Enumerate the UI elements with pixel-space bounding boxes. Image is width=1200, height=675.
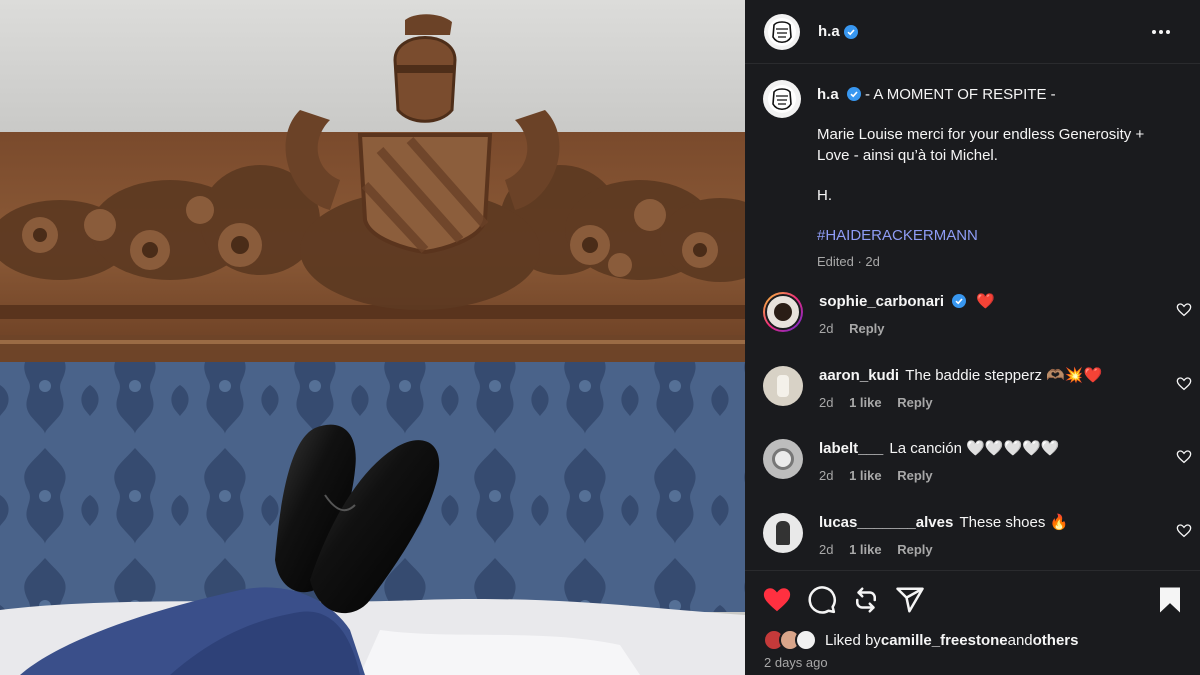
- comment-item: labelt___ La canción 🤍🤍🤍🤍🤍 2d 1 like Rep…: [763, 439, 1192, 486]
- reply-button[interactable]: Reply: [897, 468, 932, 483]
- caption-author-username[interactable]: h.a: [817, 86, 839, 103]
- comment-item: lucas_______alves These shoes 🔥 2d 1 lik…: [763, 513, 1192, 560]
- repost-icon[interactable]: [851, 585, 881, 615]
- caption-avatar-image: [768, 85, 796, 113]
- author-avatar[interactable]: [764, 13, 800, 50]
- comment-username[interactable]: lucas_______alves: [819, 514, 953, 531]
- comment-username[interactable]: sophie_carbonari: [819, 293, 944, 310]
- comment-avatar[interactable]: [763, 513, 803, 553]
- post-header: h.a: [745, 0, 1200, 64]
- bookmark-filled-icon[interactable]: [1155, 585, 1185, 615]
- author-username[interactable]: h.a: [818, 23, 840, 40]
- author-avatar-image: [768, 17, 796, 46]
- liked-by: Liked by camille_freestone and others: [763, 629, 1078, 651]
- caption-title: - A MOMENT OF RESPITE -: [865, 86, 1056, 103]
- comment-time: 2d: [819, 542, 834, 557]
- comment-like-icon[interactable]: [1176, 449, 1192, 465]
- post-actions: Liked by camille_freestone and others 2 …: [745, 570, 1200, 675]
- verified-badge-icon: [846, 87, 861, 101]
- comment-username[interactable]: labelt___: [819, 440, 883, 457]
- comment-avatar[interactable]: [763, 366, 803, 406]
- reply-button[interactable]: Reply: [849, 321, 884, 336]
- post-caption: h.a - A MOMENT OF RESPITE - Marie Louise…: [763, 80, 1183, 272]
- verified-badge-icon: [952, 294, 967, 308]
- caption-edited: Edited · 2d: [817, 254, 880, 269]
- reply-button[interactable]: Reply: [897, 542, 932, 557]
- share-icon[interactable]: [895, 585, 925, 615]
- comment-text: ❤️: [976, 293, 996, 310]
- caption-author-avatar[interactable]: [763, 80, 801, 118]
- reply-button[interactable]: Reply: [897, 395, 932, 410]
- comment-text: The baddie stepperz 🫶🏽💥❤️: [905, 367, 1103, 384]
- liked-by-and: and: [1007, 631, 1033, 649]
- comment-avatar[interactable]: [763, 439, 803, 479]
- liked-by-prefix: Liked by: [825, 631, 881, 649]
- post-time: 2 days ago: [764, 655, 828, 670]
- comment-time: 2d: [819, 468, 834, 483]
- comment-text: These shoes 🔥: [959, 514, 1069, 531]
- comment-item: sophie_carbonari ❤️ 2d Reply: [763, 292, 1192, 339]
- photo-illustration: [0, 0, 745, 675]
- comment-time: 2d: [819, 321, 834, 336]
- caption-signoff: H.: [817, 187, 832, 204]
- more-options-icon[interactable]: [1152, 22, 1174, 42]
- comment-like-icon[interactable]: [1176, 302, 1192, 318]
- comment-avatar[interactable]: [763, 292, 803, 332]
- comment-icon[interactable]: [807, 585, 837, 615]
- post-sidebar: h.a h.a - A MOMENT OF RESPITE - Marie Lo…: [745, 0, 1200, 675]
- comment-item: aaron_kudi The baddie stepperz 🫶🏽💥❤️ 2d …: [763, 366, 1192, 413]
- comment-like-count[interactable]: 1 like: [849, 395, 882, 410]
- post-photo[interactable]: [0, 0, 745, 675]
- comment-like-count[interactable]: 1 like: [849, 468, 882, 483]
- caption-title-line: h.a - A MOMENT OF RESPITE -: [817, 84, 1177, 105]
- comment-like-icon[interactable]: [1176, 376, 1192, 392]
- comment-text: La canción 🤍🤍🤍🤍🤍: [889, 440, 1060, 457]
- post-view: h.a h.a - A MOMENT OF RESPITE - Marie Lo…: [0, 0, 1200, 675]
- comment-like-count[interactable]: 1 like: [849, 542, 882, 557]
- liked-by-others[interactable]: others: [1033, 632, 1079, 649]
- liked-by-user[interactable]: camille_freestone: [881, 632, 1008, 649]
- verified-badge-icon: [843, 24, 858, 39]
- caption-hashtag[interactable]: #HAIDERACKERMANN: [817, 225, 1177, 246]
- comment-like-icon[interactable]: [1176, 523, 1192, 539]
- liker-avatars[interactable]: [763, 629, 821, 651]
- comment-time: 2d: [819, 395, 834, 410]
- caption-body: Marie Louise merci for your endless Gene…: [817, 126, 1145, 164]
- heart-filled-icon[interactable]: [762, 585, 792, 615]
- comment-username[interactable]: aaron_kudi: [819, 367, 899, 384]
